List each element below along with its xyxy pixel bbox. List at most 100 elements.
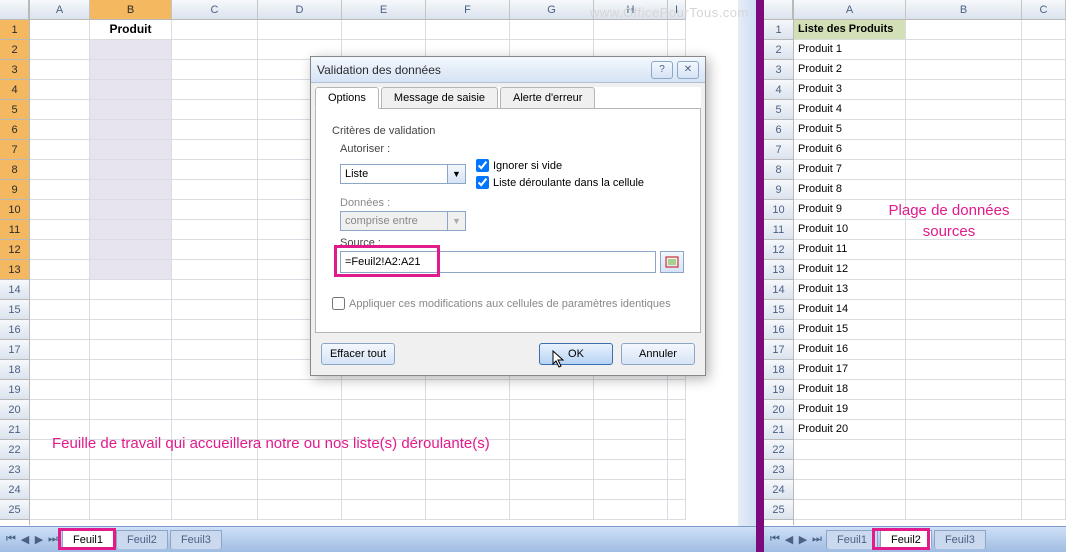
cell[interactable] (668, 460, 686, 480)
cell[interactable] (172, 460, 258, 480)
cell[interactable] (668, 400, 686, 420)
col-header[interactable]: G (510, 0, 594, 20)
cell[interactable] (172, 260, 258, 280)
cell[interactable] (30, 20, 90, 40)
select-all-corner[interactable] (764, 0, 793, 20)
row-header[interactable]: 19 (764, 380, 793, 400)
cell[interactable] (1022, 120, 1066, 140)
cell[interactable] (172, 20, 258, 40)
cell[interactable] (426, 20, 510, 40)
cell[interactable] (1022, 480, 1066, 500)
cell[interactable] (342, 380, 426, 400)
cell[interactable] (594, 480, 668, 500)
cell[interactable] (668, 380, 686, 400)
cell[interactable] (1022, 240, 1066, 260)
cell[interactable] (510, 480, 594, 500)
cell[interactable]: Produit 2 (794, 60, 906, 80)
cell[interactable] (510, 420, 594, 440)
row-header[interactable]: 14 (764, 280, 793, 300)
cell[interactable] (594, 440, 668, 460)
cell[interactable] (342, 500, 426, 520)
row-header[interactable]: 5 (0, 100, 29, 120)
row-header[interactable]: 14 (0, 280, 29, 300)
cell[interactable] (510, 500, 594, 520)
row-header[interactable]: 13 (0, 260, 29, 280)
col-header[interactable]: I (668, 0, 686, 20)
row-header[interactable]: 9 (0, 180, 29, 200)
row-header[interactable]: 24 (0, 480, 29, 500)
cell[interactable] (90, 60, 172, 80)
row-header[interactable]: 22 (0, 440, 29, 460)
row-header[interactable]: 1 (764, 20, 793, 40)
row-header[interactable]: 25 (0, 500, 29, 520)
sheet-tab-feuil2[interactable]: Feuil2 (116, 530, 168, 549)
cell[interactable]: Produit 6 (794, 140, 906, 160)
ignore-blank-checkbox[interactable]: Ignorer si vide (476, 159, 644, 172)
cell[interactable] (1022, 280, 1066, 300)
tab-nav-next-icon[interactable]: ▶ (797, 533, 809, 547)
row-header[interactable]: 5 (764, 100, 793, 120)
cell[interactable] (172, 320, 258, 340)
cell[interactable] (90, 480, 172, 500)
col-header[interactable]: A (794, 0, 906, 20)
cell[interactable] (90, 400, 172, 420)
cell[interactable] (30, 480, 90, 500)
cell[interactable] (172, 60, 258, 80)
cell[interactable] (30, 360, 90, 380)
cell[interactable] (90, 500, 172, 520)
cell[interactable] (30, 260, 90, 280)
row-header[interactable]: 20 (764, 400, 793, 420)
cell[interactable] (668, 20, 686, 40)
cell[interactable] (172, 500, 258, 520)
row-header[interactable]: 16 (0, 320, 29, 340)
cell[interactable] (172, 100, 258, 120)
cell[interactable] (90, 140, 172, 160)
col-header[interactable]: H (594, 0, 668, 20)
dropdown-in-cell-checkbox[interactable]: Liste déroulante dans la cellule (476, 176, 644, 189)
cell[interactable] (30, 280, 90, 300)
row-header[interactable]: 8 (764, 160, 793, 180)
cell[interactable] (342, 400, 426, 420)
row-header[interactable]: 22 (764, 440, 793, 460)
row-header[interactable]: 18 (764, 360, 793, 380)
row-header[interactable]: 7 (0, 140, 29, 160)
cell[interactable] (90, 180, 172, 200)
cell[interactable]: Produit 14 (794, 300, 906, 320)
cancel-button[interactable]: Annuler (621, 343, 695, 365)
cell[interactable]: Produit 10 (794, 220, 906, 240)
cell[interactable] (172, 360, 258, 380)
cell[interactable] (342, 480, 426, 500)
sheet-tab-feuil1[interactable]: Feuil1 (826, 530, 878, 549)
cell[interactable] (1022, 300, 1066, 320)
cell[interactable] (668, 500, 686, 520)
tab-nav-prev-icon[interactable]: ◀ (19, 533, 31, 547)
cell[interactable] (906, 160, 1022, 180)
cell[interactable]: Produit 20 (794, 420, 906, 440)
row-header[interactable]: 12 (0, 240, 29, 260)
tab-nav-first-icon[interactable]: ⏮ (769, 533, 781, 547)
help-button[interactable]: ? (651, 61, 673, 79)
cell[interactable] (172, 140, 258, 160)
cell[interactable] (906, 220, 1022, 240)
row-header[interactable]: 17 (0, 340, 29, 360)
cell[interactable] (510, 440, 594, 460)
cell[interactable] (906, 440, 1022, 460)
cell[interactable] (668, 440, 686, 460)
cell[interactable]: Produit 15 (794, 320, 906, 340)
cell[interactable]: Produit 8 (794, 180, 906, 200)
row-header[interactable]: 1 (0, 20, 29, 40)
cell[interactable] (90, 300, 172, 320)
row-header[interactable]: 13 (764, 260, 793, 280)
cell[interactable] (906, 380, 1022, 400)
cell[interactable]: Produit 11 (794, 240, 906, 260)
cell[interactable] (30, 240, 90, 260)
cell[interactable] (906, 360, 1022, 380)
cell[interactable] (794, 500, 906, 520)
source-input[interactable] (340, 251, 656, 273)
cell[interactable] (30, 180, 90, 200)
cell[interactable] (1022, 380, 1066, 400)
dialog-titlebar[interactable]: Validation des données ? ✕ (311, 57, 705, 83)
row-header[interactable]: 3 (0, 60, 29, 80)
cell[interactable] (510, 400, 594, 420)
cell[interactable] (794, 440, 906, 460)
